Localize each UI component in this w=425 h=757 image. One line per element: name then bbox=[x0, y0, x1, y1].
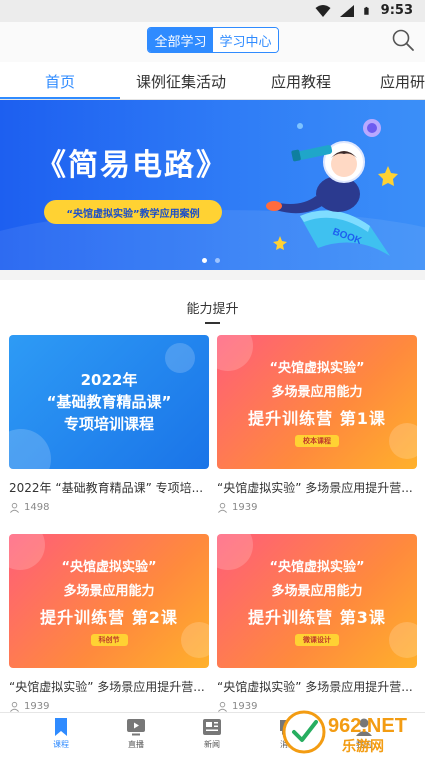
watermark-brand: 962.NET bbox=[328, 715, 407, 737]
course-meta: 1498 bbox=[9, 502, 209, 513]
user-icon bbox=[218, 502, 227, 513]
learner-count: 1498 bbox=[24, 502, 50, 513]
top-bar: 全部学习 学习中心 bbox=[0, 22, 425, 62]
course-title[interactable]: “央馆虚拟实验” 多场景应用提升营... bbox=[217, 479, 417, 496]
battery-icon bbox=[363, 6, 369, 15]
thumb-line-2: “基础教育精品课” bbox=[46, 393, 172, 411]
course-tag-badge: 校本课程 bbox=[295, 435, 339, 447]
learner-count: 1939 bbox=[232, 701, 258, 712]
thumb-line-1: “央馆虚拟实验” bbox=[269, 361, 365, 376]
course-title[interactable]: “央馆虚拟实验” 多场景应用提升营... bbox=[9, 678, 209, 695]
course-card[interactable]: “央馆虚拟实验” 多场景应用能力 提升训练营 第2课 科创节 “央馆虚拟实验” … bbox=[9, 534, 209, 712]
watermark-sub: 乐游网 bbox=[342, 738, 384, 755]
astronaut-reading-illustration: BOOK bbox=[266, 119, 398, 256]
tab-application-research[interactable]: 应用研 bbox=[380, 62, 425, 99]
tab-lesson-collection[interactable]: 课例征集活动 bbox=[120, 62, 242, 99]
nav-label: 直播 bbox=[128, 740, 144, 749]
thumb-bubble bbox=[9, 534, 45, 570]
thumb-line-2: 多场景应用能力 bbox=[63, 584, 155, 599]
thumb-line-3: 专项培训课程 bbox=[63, 415, 154, 433]
section-title: 能力提升 bbox=[186, 302, 239, 317]
banner-title: 《简易电路》 bbox=[36, 148, 228, 183]
category-tabs: 首页 课例征集活动 应用教程 应用研 bbox=[0, 62, 425, 100]
clock: 9:53 bbox=[380, 3, 413, 18]
course-meta: 1939 bbox=[9, 701, 209, 712]
wifi-icon bbox=[315, 4, 331, 17]
thumb-line-2: 多场景应用能力 bbox=[271, 385, 363, 400]
course-thumbnail[interactable]: 2022年 “基础教育精品课” 专项培训课程 bbox=[9, 335, 209, 469]
section-title-underline bbox=[205, 322, 220, 324]
course-meta: 1939 bbox=[217, 502, 417, 513]
segment-all-learning[interactable]: 全部学习 bbox=[148, 28, 213, 52]
video-icon bbox=[127, 719, 145, 736]
site-watermark-logo: 962.NET 乐游网 bbox=[282, 710, 407, 755]
course-thumbnail[interactable]: “央馆虚拟实验” 多场景应用能力 提升训练营 第2课 科创节 bbox=[9, 534, 209, 668]
newspaper-icon bbox=[203, 719, 221, 735]
thumb-bubble bbox=[389, 423, 417, 459]
course-tag-badge: 微课设计 bbox=[295, 634, 339, 646]
banner-pagination bbox=[202, 258, 220, 263]
user-icon bbox=[10, 701, 19, 712]
bookmark-icon bbox=[55, 718, 67, 736]
signal-icon bbox=[339, 4, 354, 17]
tab-tutorials[interactable]: 应用教程 bbox=[242, 62, 360, 99]
thumb-bubble bbox=[217, 534, 253, 570]
nav-live[interactable]: 直播 bbox=[106, 717, 166, 755]
learner-count: 1939 bbox=[232, 502, 258, 513]
pagination-dot[interactable] bbox=[202, 258, 207, 263]
learning-segment-control: 全部学习 学习中心 bbox=[147, 27, 279, 53]
section-divider bbox=[0, 270, 425, 280]
thumb-bubble bbox=[9, 429, 51, 469]
banner-subtitle: “央馆虚拟实验”教学应用案例 bbox=[44, 200, 222, 224]
thumb-line-3: 提升训练营 第3课 bbox=[248, 608, 386, 627]
promo-banner[interactable]: 《简易电路》 “央馆虚拟实验”教学应用案例 BOOK bbox=[0, 100, 425, 270]
thumb-bubble bbox=[181, 622, 209, 658]
status-icons: 9:53 bbox=[315, 3, 413, 18]
course-title[interactable]: “央馆虚拟实验” 多场景应用提升营... bbox=[217, 678, 417, 695]
active-tab-indicator bbox=[0, 97, 120, 99]
nav-courses[interactable]: 课程 bbox=[31, 717, 91, 755]
thumb-bubble bbox=[165, 343, 195, 373]
nav-label: 课程 bbox=[53, 740, 69, 749]
course-title[interactable]: 2022年 “基础教育精品课” 专项培... bbox=[9, 479, 209, 496]
thumb-line-3: 提升训练营 第2课 bbox=[40, 608, 178, 627]
thumb-line-1: 2022年 bbox=[80, 371, 138, 389]
course-card[interactable]: “央馆虚拟实验” 多场景应用能力 提升训练营 第1课 校本课程 “央馆虚拟实验”… bbox=[217, 335, 417, 513]
nav-news[interactable]: 新闻 bbox=[182, 717, 242, 755]
course-thumbnail[interactable]: “央馆虚拟实验” 多场景应用能力 提升训练营 第3课 微课设计 bbox=[217, 534, 417, 668]
thumb-line-1: “央馆虚拟实验” bbox=[269, 560, 365, 575]
nav-label: 新闻 bbox=[204, 740, 220, 749]
course-thumbnail[interactable]: “央馆虚拟实验” 多场景应用能力 提升训练营 第1课 校本课程 bbox=[217, 335, 417, 469]
tab-home[interactable]: 首页 bbox=[0, 62, 120, 99]
thumb-line-3: 提升训练营 第1课 bbox=[248, 409, 386, 428]
learner-count: 1939 bbox=[24, 701, 50, 712]
search-icon[interactable] bbox=[391, 28, 415, 52]
user-icon bbox=[10, 502, 19, 513]
segment-learning-center[interactable]: 学习中心 bbox=[213, 28, 278, 52]
pagination-dot[interactable] bbox=[215, 258, 220, 263]
status-bar: 9:53 bbox=[0, 0, 425, 22]
thumb-line-2: 多场景应用能力 bbox=[271, 584, 363, 599]
thumb-bubble bbox=[389, 622, 417, 658]
user-icon bbox=[218, 701, 227, 712]
thumb-bubble bbox=[217, 335, 253, 371]
course-tag-badge: 科创节 bbox=[90, 634, 128, 646]
course-card[interactable]: “央馆虚拟实验” 多场景应用能力 提升训练营 第3课 微课设计 “央馆虚拟实验”… bbox=[217, 534, 417, 712]
course-card[interactable]: 2022年 “基础教育精品课” 专项培训课程 2022年 “基础教育精品课” 专… bbox=[9, 335, 209, 513]
thumb-line-1: “央馆虚拟实验” bbox=[61, 560, 157, 575]
